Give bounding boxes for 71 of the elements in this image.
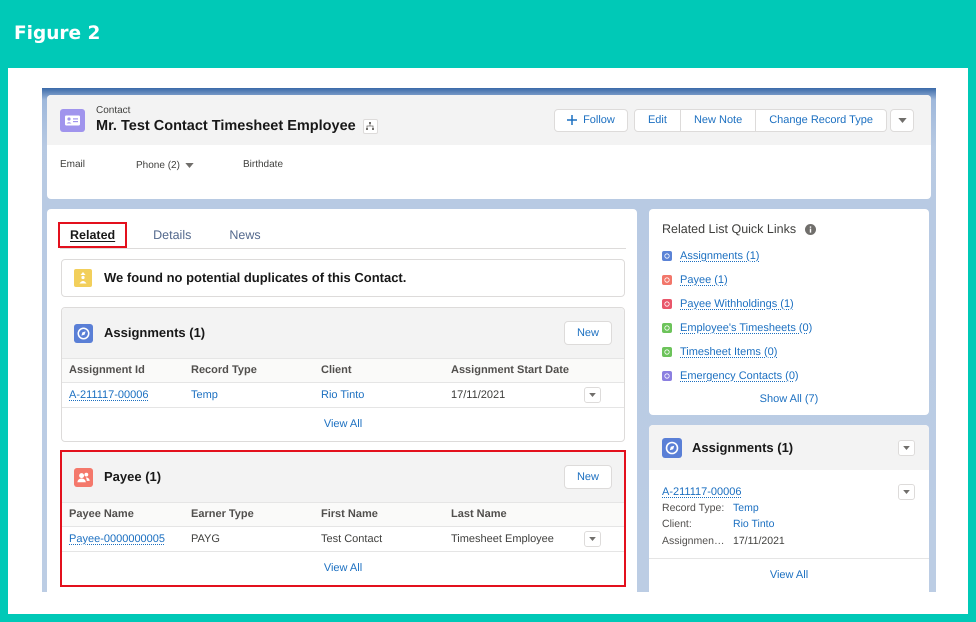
table-cell-text: 17/11/2021 [733, 534, 785, 549]
info-icon [805, 224, 816, 235]
column-header: Earner Type [191, 507, 254, 522]
field-label: Phone (2) [136, 159, 180, 173]
quick-link[interactable]: Payee Withholdings (1) [680, 296, 794, 312]
quick-link[interactable]: Payee (1) [680, 272, 728, 288]
record-link[interactable]: A-211117-00006 [662, 484, 742, 500]
related-list-title: Payee (1) [104, 468, 162, 486]
more-actions-button[interactable] [890, 108, 914, 132]
list-actions-button[interactable] [898, 440, 915, 456]
follow-button[interactable]: Follow [554, 108, 628, 132]
new-button[interactable]: New [564, 321, 612, 345]
figure-title: Figure 2 [14, 22, 100, 46]
contact-card-icon [60, 108, 85, 132]
action-button[interactable]: New Note [680, 108, 756, 132]
caret-down-icon [903, 490, 910, 494]
column-header: Payee Name [69, 507, 134, 522]
quick-link[interactable]: Emergency Contacts (0) [680, 368, 799, 384]
new-button[interactable]: New [564, 465, 612, 489]
compass-icon [74, 324, 93, 342]
view-all-link[interactable]: View All [770, 567, 808, 584]
table-cell-text: PAYG [191, 532, 220, 547]
duplicates-message: We found no potential duplicates of this Contact. [104, 269, 406, 288]
table-link[interactable]: Rio Tinto [733, 517, 774, 534]
row-actions-button[interactable] [584, 531, 601, 547]
hierarchy-icon [366, 122, 374, 130]
related-list-title: Assignments (1) [692, 438, 794, 457]
record-link[interactable]: A-211117-00006 [69, 386, 149, 404]
column-header: Assignment Id [69, 363, 145, 378]
field-label: Assignmen… [662, 534, 726, 549]
table-link[interactable]: Rio Tinto [321, 386, 364, 404]
related-list-title: Assignments (1) [104, 324, 206, 342]
caret-down-icon [589, 537, 596, 541]
column-header: Assignment Start Date [451, 363, 569, 378]
hierarchy-button[interactable] [362, 118, 378, 134]
view-all-link[interactable]: View All [324, 560, 362, 577]
caret-down-icon [898, 118, 906, 122]
compass-icon [662, 438, 682, 458]
field-label: Email [60, 158, 86, 172]
tab[interactable]: Details [141, 222, 204, 248]
column-header: First Name [321, 507, 378, 522]
table-cell-text: Test Contact [321, 532, 382, 547]
object-label: Contact [96, 105, 132, 117]
people-icon [74, 468, 93, 486]
action-button[interactable]: Change Record Type [756, 108, 887, 132]
quick-link[interactable]: Assignments (1) [680, 248, 760, 264]
column-header: Client [321, 363, 352, 378]
view-all-link[interactable]: View All [324, 416, 362, 433]
field-label: Birthdate [243, 158, 284, 172]
row-actions-button[interactable] [898, 484, 915, 500]
caret-down-icon [589, 393, 596, 397]
plus-icon [567, 115, 578, 125]
tab[interactable]: News [217, 222, 273, 248]
table-link[interactable]: Temp [191, 386, 218, 404]
show-all-link[interactable]: Show All (7) [760, 390, 818, 408]
field-label: Record Type: [662, 500, 726, 516]
record-title: Mr. Test Contact Timesheet Employee [96, 117, 356, 135]
table-cell-text: 17/11/2021 [451, 388, 506, 403]
field-label: Client: [662, 517, 693, 532]
quick-links-title: Related List Quick Links [662, 221, 796, 238]
row-actions-button[interactable] [584, 387, 601, 403]
column-header: Record Type [191, 363, 257, 378]
caret-down-icon [903, 446, 910, 450]
table-cell-text: Timesheet Employee [451, 532, 554, 547]
tab[interactable]: Related [58, 222, 128, 248]
table-link[interactable]: Temp [733, 500, 759, 517]
record-link[interactable]: Payee-0000000005 [69, 530, 166, 548]
quick-link[interactable]: Employee's Timesheets (0) [680, 320, 812, 336]
action-button[interactable]: Edit [634, 108, 681, 132]
quick-link[interactable]: Timesheet Items (0) [680, 344, 778, 360]
column-header: Last Name [451, 507, 507, 522]
